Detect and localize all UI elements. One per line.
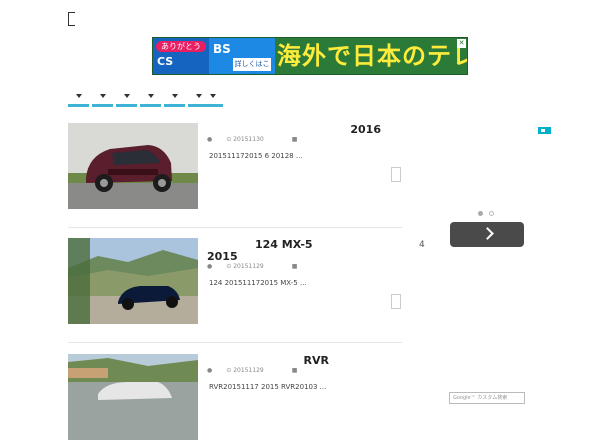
article-date: ⊙ 20151129 [226, 263, 264, 270]
nav-tab-7[interactable] [202, 92, 223, 107]
user-icon: ● [207, 136, 213, 143]
chevron-right-icon [481, 227, 494, 240]
adchoices-icon[interactable] [538, 127, 551, 134]
article-date: ⊙ 20151129 [226, 367, 264, 374]
article-meta: ● ⊙ 20151130 ■ [207, 136, 311, 143]
nav-tab-1[interactable] [68, 92, 89, 107]
sidebar-fragment-text: 4 [419, 240, 425, 250]
banner-badge-text: ありがとう [156, 41, 206, 52]
logo-bracket-icon [68, 12, 75, 26]
carousel-dot[interactable] [489, 211, 494, 216]
article-title-line2: 2015 [207, 250, 238, 263]
chevron-down-icon [148, 94, 154, 98]
close-icon[interactable]: ✕ [457, 39, 466, 48]
banner-cs-label: CS [157, 55, 174, 68]
category-icon: ■ [291, 263, 298, 270]
article-meta: ● ⊙ 20151129 ■ [207, 367, 311, 374]
search-input[interactable]: Google™ カスタム検索 [449, 392, 525, 404]
article-thumbnail[interactable] [68, 123, 198, 209]
chevron-down-icon [124, 94, 130, 98]
article-date: ⊙ 20151130 [226, 136, 264, 143]
divider [68, 342, 402, 343]
banner-mid: BS 詳しくはこちら [209, 38, 275, 74]
chevron-down-icon [100, 94, 106, 98]
article-card: RVR ● ⊙ 20151129 ■ RVR20151117 2015 RVR201… [68, 354, 402, 440]
nav-tab-3[interactable] [116, 92, 137, 107]
article-title[interactable]: 2016 [207, 123, 397, 137]
carousel-dot-active[interactable] [478, 211, 483, 216]
article-excerpt: 201511172015 6 20128 ... [209, 152, 303, 160]
divider [68, 227, 402, 228]
article-thumbnail[interactable] [68, 354, 198, 440]
nav-tab-2[interactable] [92, 92, 113, 107]
banner-sub-button[interactable]: 詳しくはこちら [233, 58, 271, 74]
chevron-down-icon [76, 94, 82, 98]
chevron-down-icon [210, 94, 216, 98]
read-more-button[interactable] [391, 294, 401, 309]
user-icon: ● [207, 367, 213, 374]
tv-banner-ad[interactable]: ありがとう CS BS 詳しくはこちら 海外で日本のテレビ ✕ [152, 37, 468, 75]
article-excerpt: 124 201511172015 MX-5 ... [209, 279, 307, 287]
user-icon: ● [207, 263, 213, 270]
article-title[interactable]: RVR [207, 354, 397, 368]
article-thumbnail[interactable] [68, 238, 198, 324]
article-excerpt: RVR20151117 2015 RVR20103 ... [209, 383, 327, 391]
carousel-next-button[interactable] [450, 222, 524, 247]
category-icon: ■ [291, 136, 298, 143]
article-meta: ● ⊙ 20151129 ■ [207, 263, 311, 270]
article-card: 2016 ● ⊙ 20151130 ■ 201511172015 6 20128 .… [68, 123, 402, 229]
read-more-button[interactable] [391, 167, 401, 182]
article-card: 124 MX-5 2015 ● ⊙ 20151129 ■ 124 201511172… [68, 238, 402, 344]
banner-headline: 海外で日本のテレビ [277, 42, 467, 70]
category-icon: ■ [291, 367, 298, 374]
banner-bs-label: BS [213, 42, 231, 56]
nav-tab-5[interactable] [164, 92, 185, 107]
nav-tab-4[interactable] [140, 92, 161, 107]
chevron-down-icon [172, 94, 178, 98]
banner-badge: ありがとう CS [153, 38, 209, 74]
